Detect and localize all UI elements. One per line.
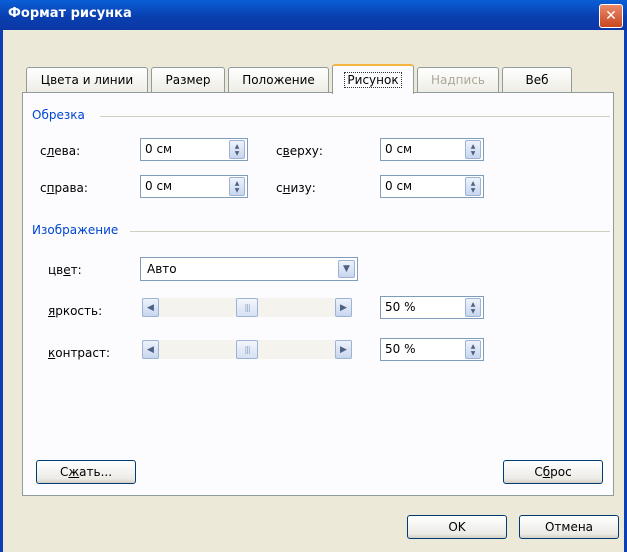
close-icon: ✕ bbox=[605, 8, 617, 24]
crop-right-label: справа: bbox=[40, 181, 88, 195]
contrast-value: 50 % bbox=[385, 342, 416, 356]
tab-web[interactable]: Веб bbox=[502, 67, 572, 92]
crop-right-value: 0 см bbox=[145, 179, 173, 193]
contrast-label: контраст: bbox=[48, 346, 111, 360]
spinner-arrows-icon[interactable]: ▲ ▼ bbox=[465, 340, 481, 359]
chevron-down-icon[interactable]: ▼ bbox=[338, 260, 355, 278]
crop-top-value: 0 см bbox=[385, 142, 413, 156]
brightness-slider-thumb[interactable]: ||| bbox=[236, 298, 258, 317]
brightness-spinner[interactable]: 50 % ▲ ▼ bbox=[380, 296, 484, 319]
arrow-right-icon[interactable]: ▶ bbox=[335, 340, 352, 359]
brightness-value: 50 % bbox=[385, 300, 416, 314]
color-dropdown[interactable]: Авто ▼ bbox=[140, 257, 358, 281]
crop-top-spinner[interactable]: 0 см ▲ ▼ bbox=[380, 138, 484, 161]
close-button[interactable]: ✕ bbox=[599, 4, 623, 28]
spinner-arrows-icon[interactable]: ▲ ▼ bbox=[229, 177, 245, 196]
image-group-divider bbox=[130, 231, 610, 232]
brightness-label: яркость: bbox=[48, 304, 103, 318]
contrast-slider-thumb[interactable]: ||| bbox=[236, 340, 258, 359]
crop-bottom-value: 0 см bbox=[385, 179, 413, 193]
brightness-slider[interactable]: ◀ ||| ▶ bbox=[142, 298, 352, 317]
crop-right-spinner[interactable]: 0 см ▲ ▼ bbox=[140, 175, 248, 198]
spinner-arrows-icon[interactable]: ▲ ▼ bbox=[465, 298, 481, 317]
compress-button[interactable]: Сж ать... bbox=[36, 460, 136, 484]
window-title: Формат рисунка bbox=[8, 6, 132, 21]
crop-left-value: 0 см bbox=[145, 142, 173, 156]
tab-textbox: Надпись bbox=[417, 67, 499, 92]
image-group-label: Изображение bbox=[32, 223, 119, 237]
crop-top-label: сверху: bbox=[276, 144, 323, 158]
reset-button[interactable]: Сб рос bbox=[503, 460, 603, 484]
window-frame-left bbox=[0, 30, 3, 552]
crop-group-divider bbox=[100, 116, 610, 117]
crop-left-label: слева: bbox=[40, 144, 81, 158]
tab-position[interactable]: Положение bbox=[228, 67, 329, 92]
ok-button[interactable]: OK bbox=[407, 515, 507, 539]
arrow-left-icon[interactable]: ◀ bbox=[142, 298, 159, 317]
contrast-spinner[interactable]: 50 % ▲ ▼ bbox=[380, 338, 484, 361]
contrast-slider[interactable]: ◀ ||| ▶ bbox=[142, 340, 352, 359]
tab-colors-lines[interactable]: Цвета и линии bbox=[26, 67, 148, 92]
spinner-arrows-icon[interactable]: ▲ ▼ bbox=[465, 140, 481, 159]
color-value: Авто bbox=[147, 262, 177, 276]
crop-bottom-label: снизу: bbox=[276, 181, 316, 195]
spinner-arrows-icon[interactable]: ▲ ▼ bbox=[465, 177, 481, 196]
crop-bottom-spinner[interactable]: 0 см ▲ ▼ bbox=[380, 175, 484, 198]
crop-group-label: Обрезка bbox=[32, 108, 85, 122]
arrow-left-icon[interactable]: ◀ bbox=[142, 340, 159, 359]
crop-left-spinner[interactable]: 0 см ▲ ▼ bbox=[140, 138, 248, 161]
arrow-right-icon[interactable]: ▶ bbox=[335, 298, 352, 317]
color-label: цвет: bbox=[48, 263, 82, 277]
tab-size[interactable]: Размер bbox=[151, 67, 225, 92]
title-bar: Формат рисунка ✕ bbox=[0, 0, 627, 30]
spinner-arrows-icon[interactable]: ▲ ▼ bbox=[229, 140, 245, 159]
cancel-button[interactable]: Отмена bbox=[519, 515, 619, 539]
tab-picture[interactable]: Рисунок bbox=[332, 64, 414, 94]
